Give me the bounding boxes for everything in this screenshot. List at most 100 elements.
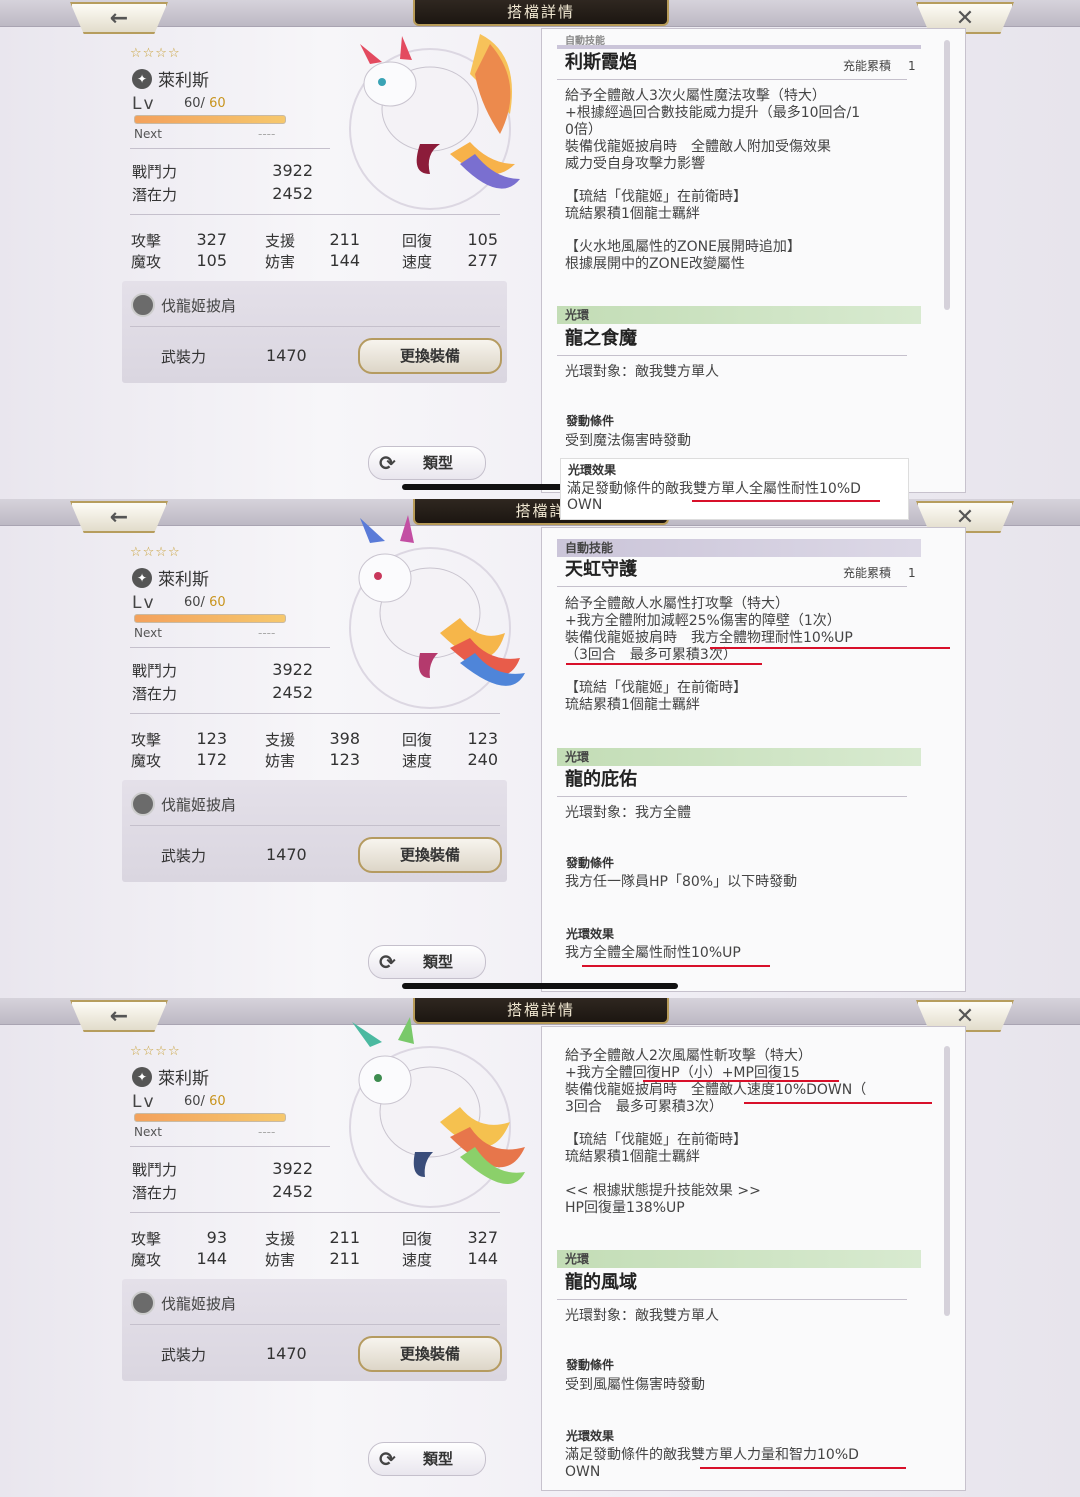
atk-label: 攻擊 — [131, 731, 162, 749]
back-arrow-icon: ← — [109, 5, 129, 31]
equipment-name[interactable]: 伐龍姬披肩 — [131, 1291, 236, 1315]
hin-value: 123 — [329, 750, 360, 769]
divider — [130, 326, 500, 327]
sup-label: 支援 — [265, 232, 296, 250]
next-label: Next — [134, 1125, 162, 1139]
aura-section-header: 光環 — [557, 1250, 921, 1268]
atk-label: 攻擊 — [131, 232, 162, 250]
divider — [130, 1324, 500, 1325]
potential-label: 潛在力 — [132, 685, 178, 703]
power-value: 3922 — [272, 1159, 313, 1178]
equipment-icon — [131, 1291, 155, 1315]
equipment-name[interactable]: 伐龍姬披肩 — [131, 293, 236, 317]
skill-name: 天虹守護 — [565, 559, 637, 580]
type-button[interactable]: ⟳ 類型 — [368, 446, 486, 480]
level-label: Lv — [132, 1092, 156, 1112]
atk-value: 93 — [206, 1228, 227, 1247]
type-button-label: 類型 — [423, 1450, 454, 1468]
change-equipment-button[interactable]: 更換裝備 — [358, 1336, 502, 1372]
level-max: 60 — [209, 1094, 226, 1109]
change-equipment-button[interactable]: 更換裝備 — [358, 837, 502, 873]
type-button[interactable]: ⟳ 類型 — [368, 945, 486, 979]
skill-desc-line: （3回合 最多可累積3次） — [565, 647, 737, 663]
skill-desc-line: 裝備伐龍姬披肩時 全體敵人速度10%DOWN（ — [565, 1082, 867, 1098]
atk-value: 123 — [196, 729, 227, 748]
sup-label: 支援 — [265, 1230, 296, 1248]
condition-text: 我方任一隊員HP「80%」以下時發動 — [565, 874, 798, 890]
matk-value: 105 — [196, 251, 227, 270]
skill-desc-line: 威力受自身攻擊力影響 — [565, 156, 705, 172]
next-label: Next — [134, 626, 162, 640]
matk-value: 144 — [196, 1249, 227, 1268]
level-current: 60 — [184, 1094, 201, 1109]
hin-label: 妨害 — [265, 1251, 296, 1269]
scrollbar[interactable] — [944, 40, 950, 310]
rec-value: 123 — [467, 729, 498, 748]
armament-label: 武裝力 — [161, 847, 207, 865]
aura-section-header: 光環 — [557, 748, 921, 766]
rarity-stars: ☆☆☆☆ — [130, 545, 181, 560]
skill-desc-line: +我方全體附加減輕25%傷害的障壁（1次） — [565, 613, 841, 629]
next-value: ---- — [258, 127, 276, 141]
creature-illustration — [349, 34, 520, 210]
equipment-name[interactable]: 伐龍姬披肩 — [131, 792, 236, 816]
aura-target: 光環對象：敵我雙方單人 — [565, 1308, 719, 1324]
xp-bar — [134, 1113, 286, 1122]
matk-label: 魔攻 — [131, 1251, 162, 1269]
close-icon: ✕ — [955, 1003, 975, 1029]
refresh-icon: ⟳ — [379, 1447, 396, 1471]
charge-label: 充能累積 — [843, 59, 892, 73]
highlight-underline — [582, 965, 770, 967]
refresh-icon: ⟳ — [379, 950, 396, 974]
charge-label: 充能累積 — [843, 566, 892, 580]
scrollbar[interactable] — [944, 1046, 950, 1316]
skill-desc-line: 根據展開中的ZONE改變屬性 — [565, 256, 745, 272]
back-button[interactable]: ← — [70, 2, 168, 34]
spd-label: 速度 — [402, 752, 433, 770]
effect-text: 滿足發動條件的敵我雙方單人全屬性耐性10%D — [567, 481, 861, 497]
skill-desc-line: +根據經過回合數技能威力提升（最多10回合/1 — [565, 105, 861, 121]
highlight-underline — [566, 663, 762, 665]
back-button[interactable]: ← — [70, 1000, 168, 1032]
xp-bar — [134, 614, 286, 623]
hin-value: 211 — [329, 1249, 360, 1268]
effect-text-cont: OWN — [567, 497, 603, 513]
level-label: Lv — [132, 94, 156, 114]
highlight-underline — [744, 1102, 932, 1104]
skill-desc-line: 0倍） — [565, 122, 602, 138]
divider — [557, 1299, 907, 1300]
divider — [557, 796, 907, 797]
type-button[interactable]: ⟳ 類型 — [368, 1442, 486, 1476]
back-button[interactable]: ← — [70, 501, 168, 533]
sup-value: 211 — [329, 230, 360, 249]
hin-value: 144 — [329, 251, 360, 270]
aura-target: 光環對象：敵我雙方單人 — [565, 364, 719, 380]
armament-value: 1470 — [266, 1344, 307, 1363]
divider — [130, 1146, 330, 1147]
equipment-name-text: 伐龍姬披肩 — [161, 1294, 237, 1313]
skill-name: 利斯霞焰 — [565, 52, 637, 73]
change-equipment-button[interactable]: 更換裝備 — [358, 338, 502, 374]
atk-value: 327 — [196, 230, 227, 249]
character-name: ✦ 萊利斯 — [132, 565, 209, 590]
divider — [130, 713, 500, 714]
potential-value: 2452 — [272, 1182, 313, 1201]
matk-value: 172 — [196, 750, 227, 769]
type-button-label: 類型 — [423, 953, 454, 971]
partner-panel-3: 搭檔詳情 ← ✕ ☆☆☆☆ ✦ 萊利斯 Lv 60/ 60 Next ---- … — [0, 998, 1080, 1497]
divider — [130, 148, 330, 149]
highlight-underline — [700, 1467, 906, 1469]
rec-value: 105 — [467, 230, 498, 249]
armament-label: 武裝力 — [161, 1346, 207, 1364]
partner-panel-2: 搭檔詳 ← ✕ ☆☆☆☆ ✦ 萊利斯 Lv 60/ 60 Next ---- 戰… — [0, 499, 1080, 998]
level-current: 60 — [184, 595, 201, 610]
divider — [130, 647, 330, 648]
back-arrow-icon: ← — [109, 504, 129, 530]
spd-value: 277 — [467, 251, 498, 270]
skill-desc-line: HP回復量138%UP — [565, 1200, 685, 1216]
level-value: 60/ 60 — [184, 1094, 226, 1109]
back-arrow-icon: ← — [109, 1003, 129, 1029]
character-name-text: 萊利斯 — [158, 71, 209, 91]
rarity-stars: ☆☆☆☆ — [130, 1044, 181, 1059]
aura-name: 龍之食魔 — [565, 328, 637, 349]
